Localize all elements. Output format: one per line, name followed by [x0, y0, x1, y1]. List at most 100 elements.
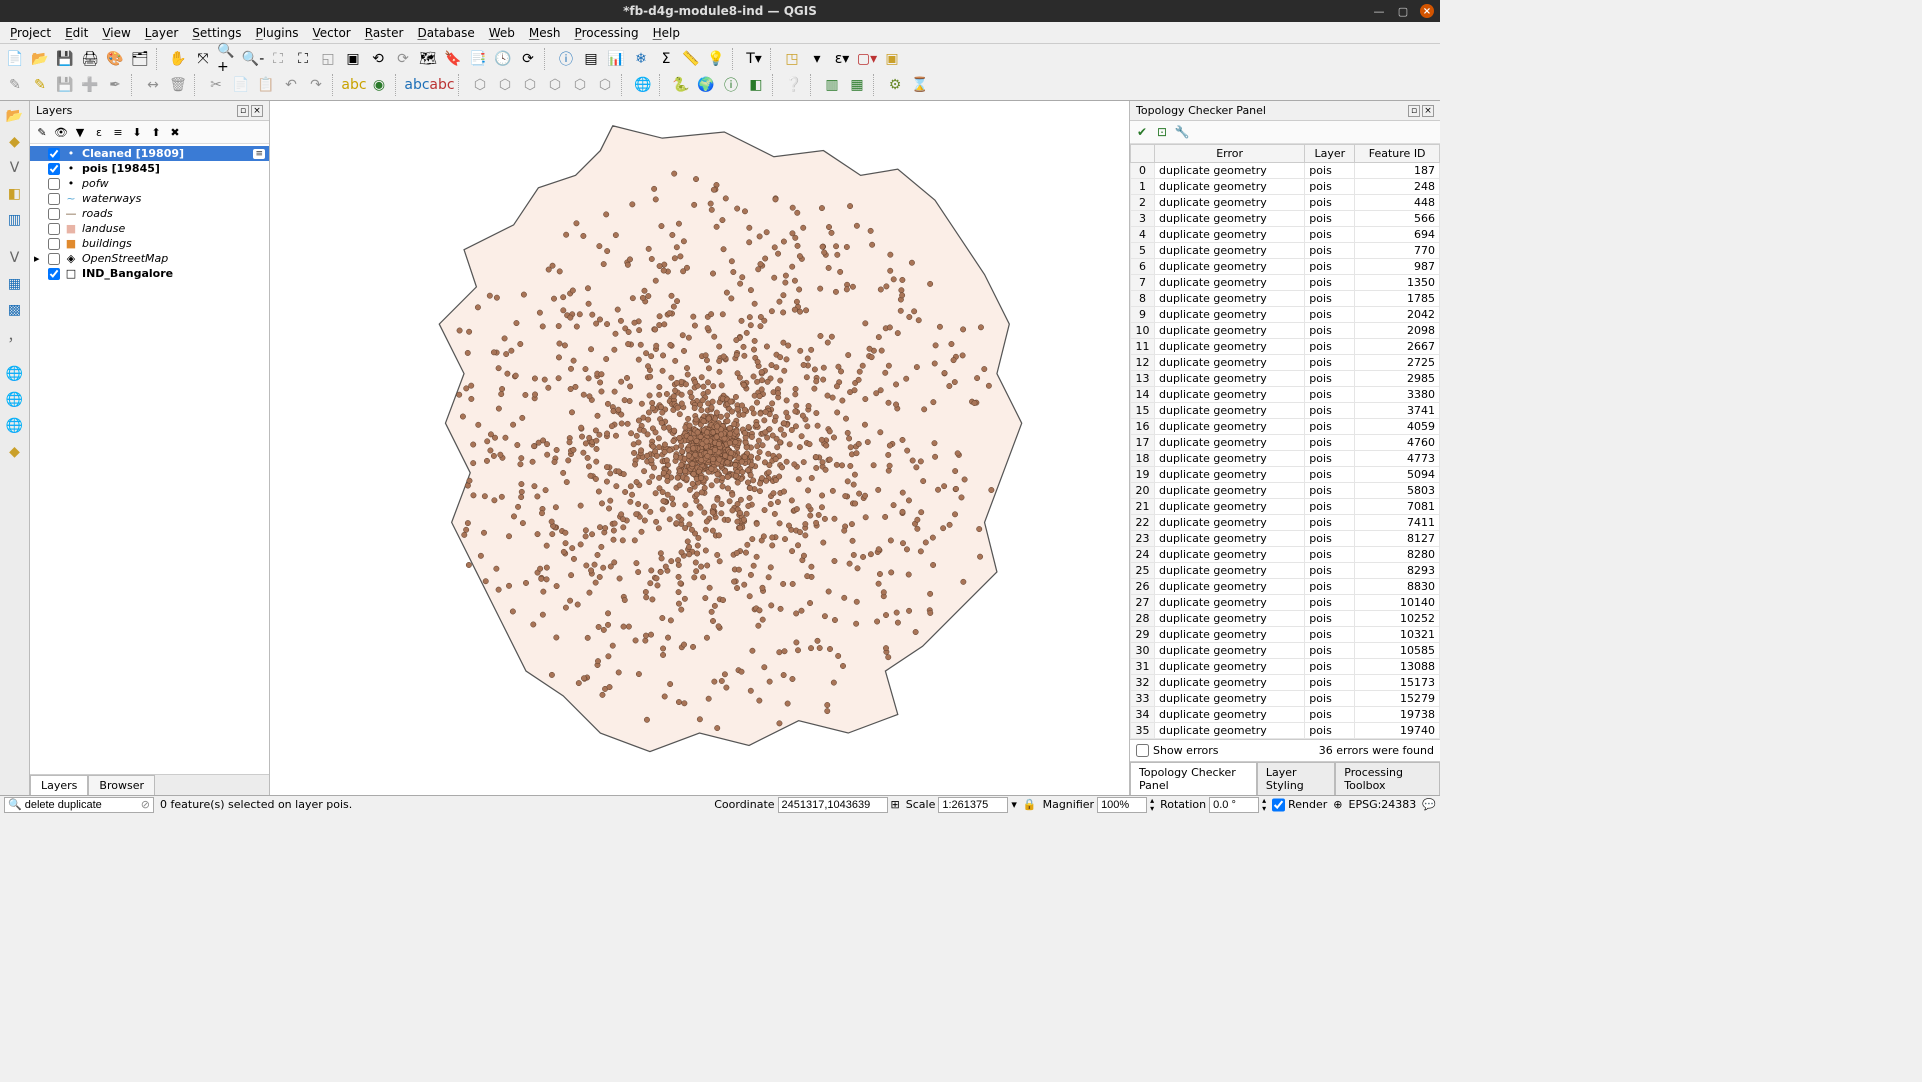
zoom-layer-icon[interactable]: ▣	[342, 48, 364, 70]
zoom-last-icon[interactable]: ⟲	[367, 48, 389, 70]
pan-selection-icon[interactable]: ⤧	[192, 48, 214, 70]
style-manager-icon[interactable]: 🎨	[104, 48, 126, 70]
new-print-layout-icon[interactable]: 🖨	[79, 48, 101, 70]
vertex-3-icon[interactable]: ⬡	[519, 74, 541, 96]
label-highlight-icon[interactable]: abc	[406, 74, 428, 96]
new-virtual-icon[interactable]: ▥	[4, 209, 26, 231]
error-row[interactable]: 34duplicate geometrypois19738	[1131, 707, 1440, 723]
new-bookmark-icon[interactable]: 🔖	[442, 48, 464, 70]
zoom-in-icon[interactable]: 🔍+	[217, 48, 239, 70]
temporal-icon[interactable]: 🕓	[492, 48, 514, 70]
zoom-out-icon[interactable]: 🔍-	[242, 48, 264, 70]
error-row[interactable]: 2duplicate geometrypois448	[1131, 195, 1440, 211]
open-datasource-icon[interactable]: 📂	[4, 105, 26, 127]
layer-visibility-checkbox[interactable]	[48, 148, 60, 160]
error-row[interactable]: 6duplicate geometrypois987	[1131, 259, 1440, 275]
refresh-icon[interactable]: ⟳	[517, 48, 539, 70]
tab-processing-toolbox[interactable]: Processing Toolbox	[1335, 762, 1440, 795]
menu-edit[interactable]: Edit	[59, 24, 94, 42]
menu-project[interactable]: Project	[4, 24, 57, 42]
vertex-2-icon[interactable]: ⬡	[494, 74, 516, 96]
layer-expand-icon[interactable]: ⬇	[129, 124, 145, 140]
scale-input[interactable]	[938, 797, 1008, 813]
annotation-icon[interactable]: T▾	[743, 48, 765, 70]
label-pin-icon[interactable]: abc	[431, 74, 453, 96]
error-row[interactable]: 7duplicate geometrypois1350	[1131, 275, 1440, 291]
tab-layer-styling[interactable]: Layer Styling	[1257, 762, 1335, 795]
layer-item[interactable]: • pois [19845]	[30, 161, 269, 176]
label-diagram-icon[interactable]: ◉	[368, 74, 390, 96]
vertex-6-icon[interactable]: ⬡	[594, 74, 616, 96]
plugin-web-icon[interactable]: 🌍	[695, 74, 717, 96]
select-features-icon[interactable]: ◳	[781, 48, 803, 70]
menu-view[interactable]: View	[96, 24, 136, 42]
layer-visibility-checkbox[interactable]	[48, 193, 60, 205]
digitize-icon[interactable]: ✒	[104, 74, 126, 96]
raster-icon[interactable]: ▦	[4, 273, 26, 295]
deselect-icon[interactable]: ▢▾	[856, 48, 878, 70]
attributes-table-icon[interactable]: ▤	[580, 48, 602, 70]
vertex-5-icon[interactable]: ⬡	[569, 74, 591, 96]
error-row[interactable]: 12duplicate geometrypois2725	[1131, 355, 1440, 371]
menu-processing[interactable]: Processing	[569, 24, 645, 42]
layer-open-icon[interactable]: ✎	[34, 124, 50, 140]
layer-item[interactable]: □ IND_Bangalore	[30, 266, 269, 281]
show-bookmarks-icon[interactable]: 📑	[467, 48, 489, 70]
layer-indicator-icon[interactable]: ≡	[253, 149, 265, 159]
layer-visibility-checkbox[interactable]	[48, 268, 60, 280]
copy-icon[interactable]: 📄	[230, 74, 252, 96]
tab-browser[interactable]: Browser	[88, 775, 155, 795]
spinner-icon[interactable]: ▴▾	[1150, 797, 1154, 813]
menu-layer[interactable]: Layer	[139, 24, 184, 42]
layer-item[interactable]: ~ waterways	[30, 191, 269, 206]
error-row[interactable]: 26duplicate geometrypois8830	[1131, 579, 1440, 595]
layer-collapse-icon[interactable]: ⬆	[148, 124, 164, 140]
undo-icon[interactable]: ↶	[280, 74, 302, 96]
arcgis-icon[interactable]: 🌐	[4, 415, 26, 437]
cut-icon[interactable]: ✂	[205, 74, 227, 96]
select-expression-icon[interactable]: ε▾	[831, 48, 853, 70]
new-shapefile-icon[interactable]: V	[4, 157, 26, 179]
layer-visibility-checkbox[interactable]	[48, 223, 60, 235]
error-row[interactable]: 29duplicate geometrypois10321	[1131, 627, 1440, 643]
zoom-full-icon[interactable]: ⛶	[292, 48, 314, 70]
new-project-icon[interactable]: 📄	[4, 48, 26, 70]
error-row[interactable]: 18duplicate geometrypois4773	[1131, 451, 1440, 467]
menu-plugins[interactable]: Plugins	[250, 24, 305, 42]
error-row[interactable]: 9duplicate geometrypois2042	[1131, 307, 1440, 323]
csv-icon[interactable]: ，	[4, 325, 26, 347]
topology-icon[interactable]: ▥	[821, 74, 843, 96]
error-row[interactable]: 13duplicate geometrypois2985	[1131, 371, 1440, 387]
layer-item[interactable]: — roads	[30, 206, 269, 221]
error-row[interactable]: 3duplicate geometrypois566	[1131, 211, 1440, 227]
layer-expr-icon[interactable]: ▼	[72, 124, 88, 140]
open-project-icon[interactable]: 📂	[29, 48, 51, 70]
tab-topology-checker-panel[interactable]: Topology Checker Panel	[1130, 762, 1257, 795]
edit-toggle-icon[interactable]: ✎	[4, 74, 26, 96]
layer-visibility-checkbox[interactable]	[48, 163, 60, 175]
error-table[interactable]: Error Layer Feature ID 0duplicate geomet…	[1130, 144, 1440, 740]
menu-database[interactable]: Database	[411, 24, 480, 42]
menu-settings[interactable]: Settings	[186, 24, 247, 42]
locator-search[interactable]: 🔍 ⊘	[4, 797, 154, 813]
error-row[interactable]: 32duplicate geometrypois15173	[1131, 675, 1440, 691]
new-geopackage-icon[interactable]: ◆	[4, 131, 26, 153]
new-spatialite-icon[interactable]: ◧	[4, 183, 26, 205]
layer-list[interactable]: • Cleaned [19809]≡ • pois [19845] • pofw…	[30, 144, 269, 774]
menu-web[interactable]: Web	[483, 24, 521, 42]
pan-icon[interactable]: ✋	[167, 48, 189, 70]
wms-icon[interactable]: 🌐	[4, 363, 26, 385]
layer-item[interactable]: • Cleaned [19809]≡	[30, 146, 269, 161]
geometry-check-icon[interactable]: ▦	[846, 74, 868, 96]
vertex-4-icon[interactable]: ⬡	[544, 74, 566, 96]
menu-raster[interactable]: Raster	[359, 24, 410, 42]
redo-icon[interactable]: ↷	[305, 74, 327, 96]
error-row[interactable]: 5duplicate geometrypois770	[1131, 243, 1440, 259]
plugin-osm-icon[interactable]: ◧	[745, 74, 767, 96]
menu-vector[interactable]: Vector	[307, 24, 357, 42]
clear-icon[interactable]: ⊘	[141, 798, 150, 811]
add-feature-icon[interactable]: ➕	[79, 74, 101, 96]
configure-icon[interactable]: 🔧	[1174, 124, 1190, 140]
lock-icon[interactable]: 🔒	[1023, 798, 1037, 811]
layer-group-icon[interactable]: ≡	[110, 124, 126, 140]
